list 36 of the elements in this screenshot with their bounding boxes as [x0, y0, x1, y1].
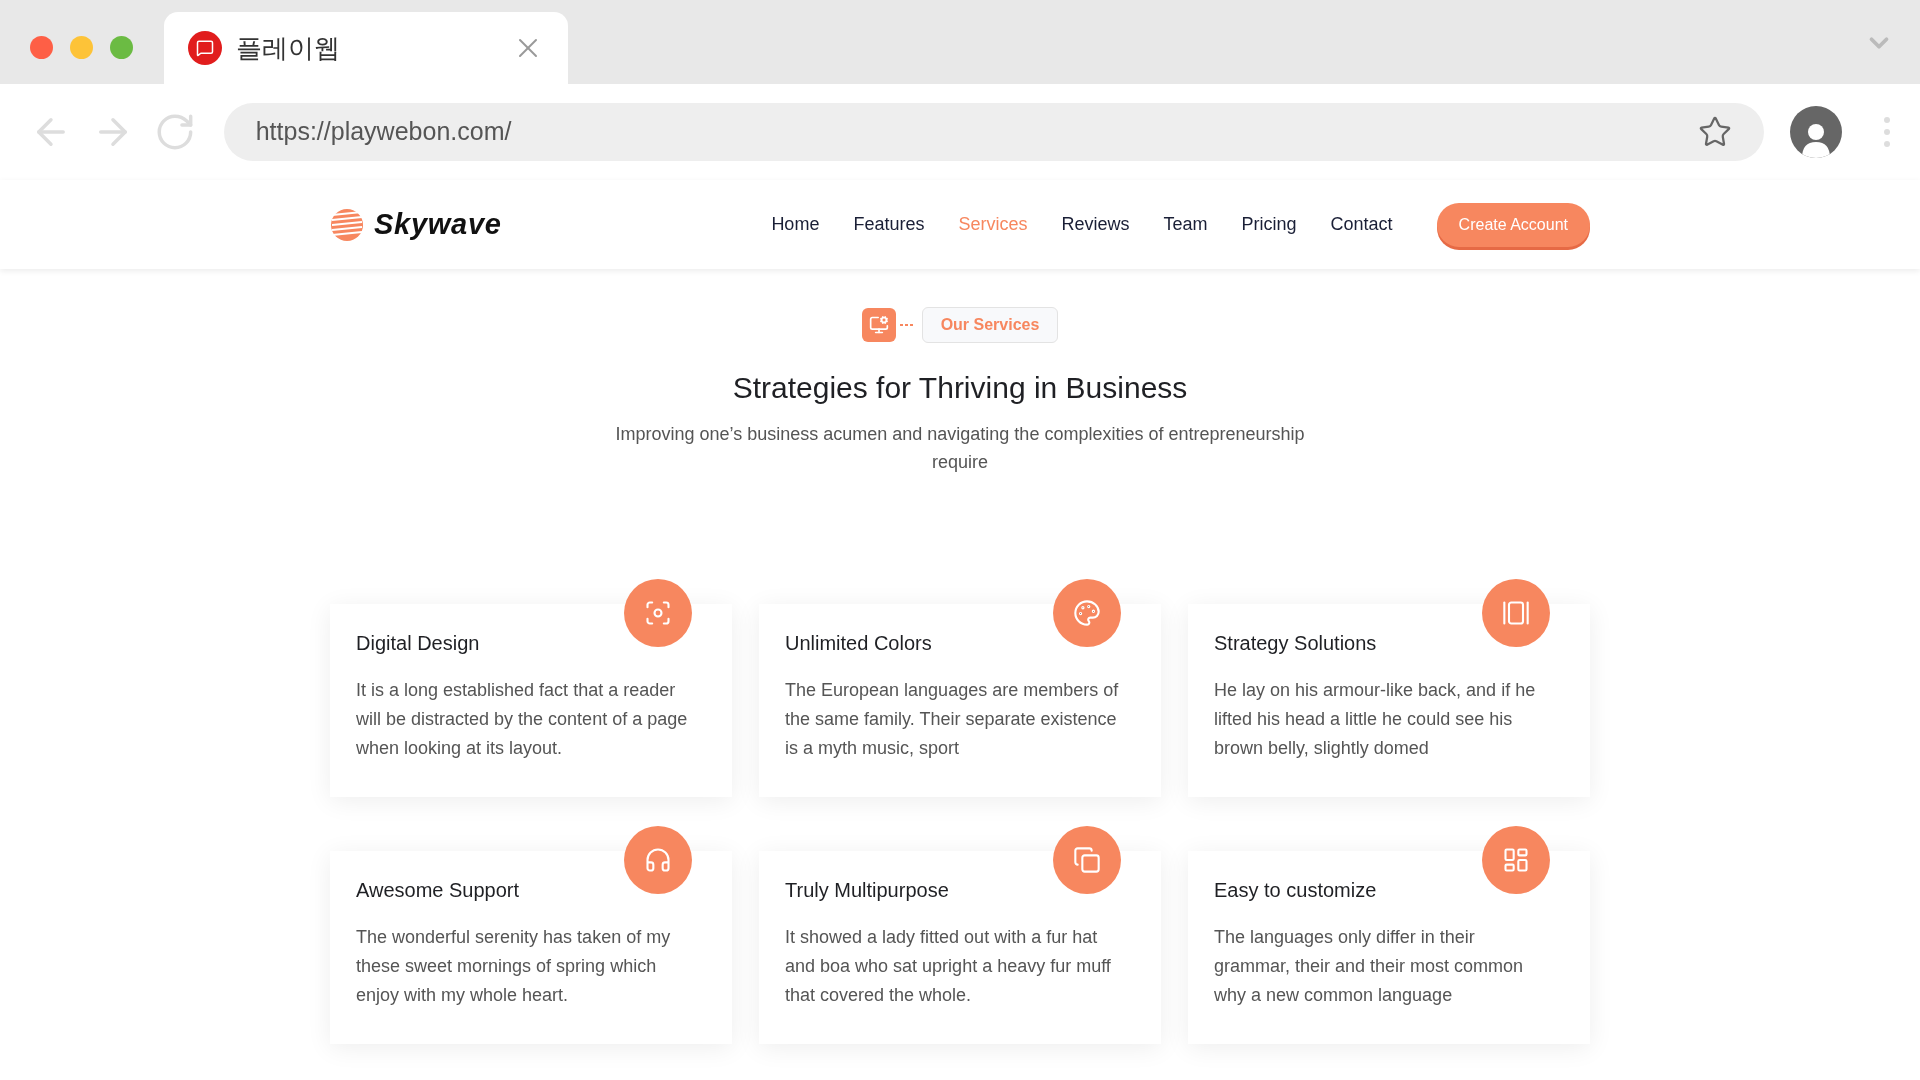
nav-link[interactable]: Team: [1163, 211, 1208, 238]
card-title: Digital Design: [356, 631, 481, 656]
card-title: Awesome Support: [356, 878, 521, 903]
browser-tab[interactable]: 플레이웹: [164, 12, 568, 84]
card-title: Strategy Solutions: [1214, 631, 1378, 656]
card-title: Truly Multipurpose: [785, 878, 950, 903]
card-text: The wonderful serenity has taken of my these sweet mornings of spring which enjoy with my whole heart.: [356, 926, 672, 1007]
minimize-window-icon[interactable]: [70, 36, 93, 59]
dashed-connector: [899, 324, 914, 326]
nav-link[interactable]: Contact: [1330, 211, 1393, 238]
bookmark-star-icon[interactable]: [1698, 115, 1733, 149]
card-text: The European languages are members of the same family. Their separate existence is a myth music, sport: [785, 679, 1120, 760]
favicon-icon: [188, 31, 222, 65]
card-text: It showed a lady fitted out with a fur hat and boa who sat upright a heavy fur muff that covered the whole.: [785, 926, 1112, 1007]
address-bar[interactable]: https://playwebon.com/: [223, 103, 1765, 161]
menu-icon[interactable]: [1884, 117, 1890, 147]
services-badge-icon: [861, 308, 896, 342]
card-text: The languages only differ in their grammar, their and their most common why a new common language: [1214, 926, 1525, 1007]
logo-icon: [330, 207, 364, 242]
nav-link[interactable]: Pricing: [1241, 211, 1297, 238]
tab-title: 플레이웹: [236, 31, 341, 65]
nav-link[interactable]: Home: [771, 211, 820, 238]
logo-text[interactable]: Skywave: [374, 202, 502, 247]
section-title: Strategies for Thriving in Business: [732, 370, 1188, 406]
url-text: https://playwebon.com/: [255, 116, 513, 148]
close-window-icon[interactable]: [30, 36, 53, 59]
section-subtitle: Improving one’s business acumen and navigating the complexities of entrepreneurship require: [614, 423, 1306, 474]
profile-icon[interactable]: [1790, 106, 1842, 158]
card-title: Easy to customize: [1214, 878, 1378, 903]
card-text: He lay on his armour-like back, and if he lifted his head a little he could see his brown belly, slightly domed: [1214, 679, 1537, 760]
card-text: It is a long established fact that a reader will be distracted by the content of a page when looking at its layout.: [356, 679, 689, 760]
nav-link[interactable]: Features: [853, 211, 925, 238]
card-title: Unlimited Colors: [785, 631, 933, 656]
maximize-window-icon[interactable]: [110, 36, 133, 59]
nav-link[interactable]: Reviews: [1061, 211, 1130, 238]
section-badge: Our Services: [921, 307, 1059, 343]
